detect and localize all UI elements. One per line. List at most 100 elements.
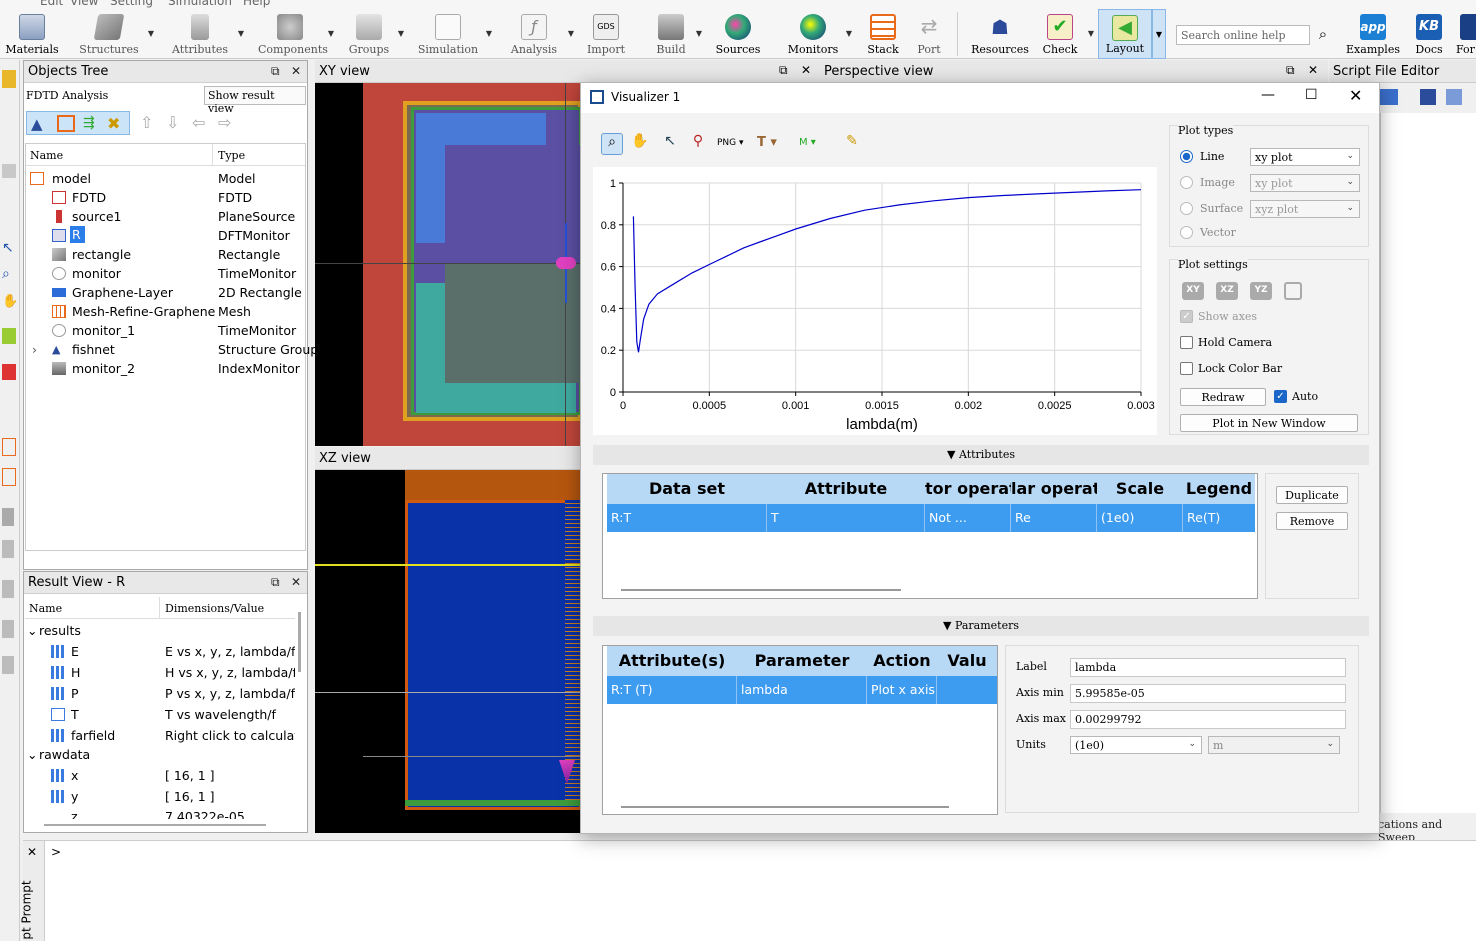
- attributes-section-bar[interactable]: ▼ Attributes: [593, 445, 1369, 465]
- text-annotation-icon[interactable]: T ▾: [757, 133, 791, 155]
- units-unit-select[interactable]: m ⌄: [1208, 736, 1340, 754]
- plot-canvas[interactable]: 0 0.0005 0.001 0.0015 0.002 0.0025 0.003 0 0.2 0.…: [593, 167, 1157, 435]
- tree-item-monitor-1[interactable]: monitor_1 TimeMonitor: [26, 321, 305, 340]
- check-button[interactable]: ✔ Check ▼: [1040, 9, 1094, 59]
- menu-help[interactable]: Help: [243, 0, 270, 8]
- marker-icon[interactable]: M ▾: [799, 133, 833, 155]
- yz-axes-button[interactable]: YZ: [1250, 282, 1272, 300]
- build-dropdown-icon[interactable]: ▼: [696, 29, 702, 38]
- line-chart[interactable]: 0 0.0005 0.001 0.0015 0.002 0.0025 0.003 0 0.2 0.…: [593, 167, 1157, 435]
- attr-cell-legend[interactable]: Re(T): [1183, 504, 1255, 532]
- layer2-tool-icon[interactable]: [2, 540, 14, 558]
- attr-header-legend[interactable]: Legend: [1183, 474, 1255, 504]
- parameters-section-bar[interactable]: ▼ Parameters: [593, 616, 1369, 636]
- ruler-tool-icon[interactable]: [2, 328, 16, 344]
- close-panel-icon[interactable]: ✕: [801, 63, 811, 77]
- menu-view[interactable]: View: [70, 0, 98, 8]
- param-cell-value[interactable]: [937, 676, 997, 704]
- tree-item-rectangle[interactable]: rectangle Rectangle: [26, 245, 305, 264]
- groups-dropdown-icon[interactable]: ▼: [398, 29, 404, 38]
- result-item-farfield[interactable]: farfield Right click to calculate: [25, 726, 295, 745]
- param-header-action[interactable]: Action: [867, 646, 937, 676]
- line-radio[interactable]: [1180, 150, 1193, 163]
- result-item-p[interactable]: PP vs x, y, z, lambda/f: [25, 684, 295, 703]
- source-handle[interactable]: [556, 257, 576, 269]
- grid-view-icon[interactable]: [2, 438, 16, 456]
- float-panel-icon[interactable]: ⧉: [271, 575, 280, 590]
- prompt-caret[interactable]: >: [51, 845, 61, 859]
- move-left-icon[interactable]: ⇦: [192, 113, 205, 132]
- port-button[interactable]: ⇄ Port: [912, 9, 946, 59]
- tree-item-source1[interactable]: source1 PlaneSource: [26, 207, 305, 226]
- simulation-dropdown-icon[interactable]: ▼: [486, 29, 492, 38]
- layout-button[interactable]: ◀ Layout: [1098, 9, 1152, 59]
- plot-new-window-button[interactable]: Plot in New Window: [1180, 414, 1358, 432]
- menu-simulation[interactable]: Simulation: [168, 0, 232, 8]
- zoom-icon[interactable]: ⌕: [601, 133, 623, 155]
- close-panel-icon[interactable]: ✕: [291, 64, 301, 78]
- view-z-icon[interactable]: [2, 656, 14, 674]
- image-radio[interactable]: [1180, 176, 1193, 189]
- zoom-tool-icon[interactable]: ⌕: [2, 266, 16, 282]
- duplicate-button[interactable]: Duplicate: [1276, 486, 1348, 504]
- view-x-icon[interactable]: [2, 580, 14, 598]
- reset-view-icon[interactable]: [1284, 282, 1302, 300]
- xz-axes-button[interactable]: XZ: [1216, 282, 1238, 300]
- maximize-icon[interactable]: ☐: [1305, 87, 1318, 103]
- axis-min-field[interactable]: 5.99585e-05: [1070, 684, 1346, 703]
- layer-tool-icon[interactable]: [2, 508, 14, 526]
- export-png-icon[interactable]: PNG ▾: [717, 133, 751, 155]
- attr-cell-attribute[interactable]: T: [767, 504, 925, 532]
- components-dropdown-icon[interactable]: ▼: [328, 29, 334, 38]
- tree-item-model[interactable]: model Model: [26, 169, 305, 188]
- units-scale-select[interactable]: (1e0) ⌄: [1070, 736, 1202, 754]
- axis-label-field[interactable]: lambda: [1070, 658, 1346, 677]
- close-window-icon[interactable]: ✕: [1349, 86, 1362, 105]
- view-y-icon[interactable]: [2, 620, 14, 638]
- pan-hand-icon[interactable]: ✋: [2, 294, 18, 310]
- table-view-icon[interactable]: [2, 468, 16, 486]
- structures-dropdown-icon[interactable]: ▼: [148, 29, 154, 38]
- col-name-header[interactable]: Name: [30, 149, 63, 162]
- xz-view-canvas[interactable]: [315, 470, 582, 833]
- horizontal-scrollbar[interactable]: [621, 806, 949, 808]
- attr-header-scale[interactable]: Scale: [1097, 474, 1183, 504]
- components-button[interactable]: Components ▼: [258, 9, 334, 59]
- show-result-view-button[interactable]: Show result view: [204, 86, 306, 115]
- remove-button[interactable]: Remove: [1276, 512, 1348, 530]
- analysis-dropdown-icon[interactable]: ▼: [568, 29, 574, 38]
- script-editor-area[interactable]: [1380, 113, 1476, 813]
- search-icon[interactable]: ⌕: [1312, 25, 1334, 45]
- docs-button[interactable]: KB Docs: [1410, 9, 1448, 59]
- param-cell-action[interactable]: Plot x axis: [867, 676, 937, 704]
- attr-header-dataset[interactable]: Data set: [607, 474, 767, 504]
- tree-item-fishnet[interactable]: › ▲ fishnet Structure Group: [26, 340, 318, 359]
- param-header-parameter[interactable]: Parameter: [737, 646, 867, 676]
- attr-cell-scalar-op[interactable]: Re: [1011, 504, 1097, 532]
- forum-button[interactable]: For: [1456, 9, 1476, 59]
- sources-button[interactable]: Sources: [714, 9, 762, 59]
- data-cursor-icon[interactable]: ⚲: [687, 133, 709, 155]
- menu-edit[interactable]: Edit: [40, 0, 63, 8]
- attributes-button[interactable]: Attributes ▼: [168, 9, 244, 59]
- pencil-tool-icon[interactable]: [2, 70, 16, 88]
- save-icon[interactable]: [1420, 89, 1436, 105]
- param-cell-attributes[interactable]: R:T (T): [607, 676, 737, 704]
- build-button[interactable]: Build ▼: [652, 9, 702, 59]
- move-up-icon[interactable]: ⇧: [140, 113, 153, 132]
- move-down-icon[interactable]: ⇩: [166, 113, 179, 132]
- add-object-icon[interactable]: ▲: [31, 115, 43, 133]
- tree-item-graphene-layer[interactable]: Graphene-Layer 2D Rectangle: [26, 283, 305, 302]
- attr-cell-vector-op[interactable]: Not ...: [925, 504, 1011, 532]
- add-group-icon[interactable]: [57, 115, 75, 132]
- close-panel-icon[interactable]: ✕: [291, 575, 301, 589]
- monitor-line[interactable]: [315, 692, 582, 693]
- delete-tool-icon[interactable]: [2, 164, 16, 178]
- raw-item-x[interactable]: x[ 16, 1 ]: [25, 766, 295, 785]
- analysis-button[interactable]: ƒ Analysis ▼: [506, 9, 574, 59]
- vector-radio[interactable]: [1180, 226, 1193, 239]
- result-item-e[interactable]: EE vs x, y, z, lambda/f: [25, 642, 295, 661]
- param-header-value[interactable]: Valu: [937, 646, 997, 676]
- materials-button[interactable]: Materials: [2, 9, 62, 59]
- raw-item-z[interactable]: z 7.40322e-05: [25, 807, 295, 819]
